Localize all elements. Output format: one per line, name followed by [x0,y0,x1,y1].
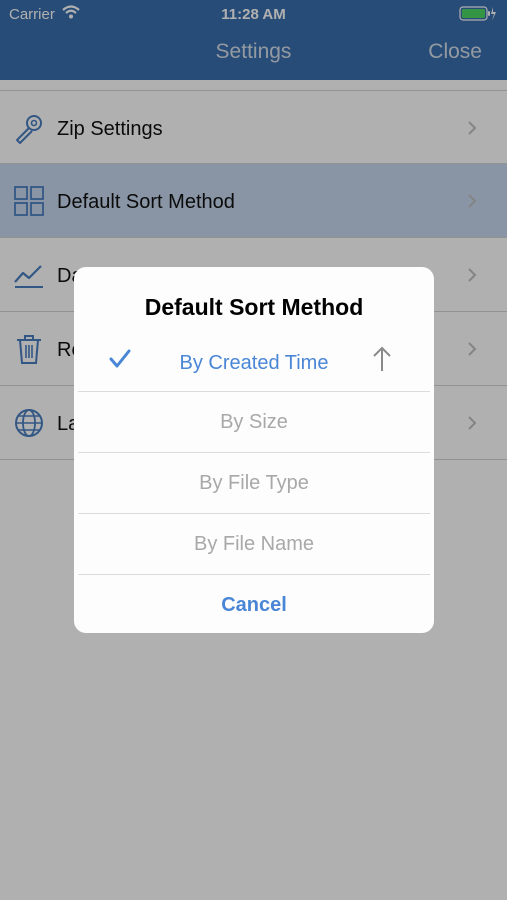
arrow-up-icon [372,345,392,378]
dialog-title: Default Sort Method [144,294,364,320]
sort-option-label: By File Name [193,533,315,555]
sort-option-label: By File Type [199,472,309,494]
sort-method-dialog: Default Sort Method By Created Time By S… [74,267,434,633]
sort-option-label: By Size [220,411,288,433]
sort-option-size[interactable]: By Size [78,391,430,452]
cancel-button[interactable]: Cancel [78,574,430,633]
sort-option-created-time[interactable]: By Created Time [78,333,430,394]
sort-option-file-name[interactable]: By File Name [78,513,430,574]
sort-option-file-type[interactable]: By File Type [78,452,430,513]
cancel-label: Cancel [221,594,287,616]
